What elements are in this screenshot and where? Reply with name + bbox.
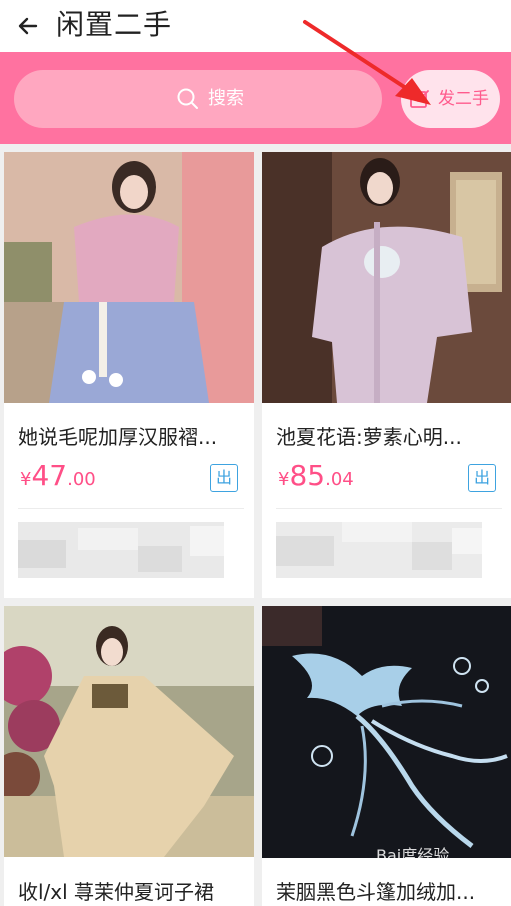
product-card[interactable]: 她说毛呢加厚汉服褶... ¥47.00 出 <box>4 152 254 598</box>
price-decimal: .00 <box>67 469 96 490</box>
product-image[interactable] <box>262 606 511 858</box>
post-secondhand-button[interactable]: 发二手 <box>401 70 500 128</box>
seller-info-blurred <box>276 522 482 578</box>
product-image[interactable] <box>4 152 254 403</box>
price-integer: 85 <box>289 459 326 492</box>
price-integer: 47 <box>31 459 68 492</box>
product-image[interactable] <box>262 152 511 403</box>
product-title[interactable]: 池夏花语:萝素心明... <box>276 423 502 451</box>
top-bar: 闲置二手 <box>0 0 511 52</box>
price-currency: ¥ <box>278 469 290 490</box>
price-currency: ¥ <box>20 469 32 490</box>
divider <box>276 508 502 509</box>
product-card[interactable]: 收l/xl 荨茉仲夏诃子裙 <box>4 606 254 906</box>
seller-info-blurred <box>18 522 224 578</box>
product-title[interactable]: 茉胭黑色斗篷加绒加... <box>276 878 502 906</box>
product-price: ¥85.04 <box>278 459 354 492</box>
product-price: ¥47.00 <box>20 459 96 492</box>
post-secondhand-label: 发二手 <box>438 89 489 109</box>
back-arrow-icon[interactable] <box>14 12 42 40</box>
page-title: 闲置二手 <box>56 8 173 41</box>
search-icon <box>177 88 198 109</box>
sell-badge: 出 <box>468 464 496 492</box>
price-decimal: .04 <box>325 469 354 490</box>
divider <box>18 508 244 509</box>
product-image[interactable] <box>4 606 254 857</box>
sell-badge: 出 <box>210 464 238 492</box>
search-placeholder: 搜索 <box>208 88 244 109</box>
search-input[interactable]: 搜索 <box>14 70 382 128</box>
baidu-watermark-url: jingyan.baidu.com <box>400 862 502 875</box>
search-bar: 搜索 发二手 <box>0 52 511 144</box>
edit-icon <box>410 90 429 108</box>
product-card[interactable]: 池夏花语:萝素心明... ¥85.04 出 <box>262 152 511 598</box>
product-title[interactable]: 收l/xl 荨茉仲夏诃子裙 <box>18 878 244 906</box>
product-title[interactable]: 她说毛呢加厚汉服褶... <box>18 423 244 451</box>
